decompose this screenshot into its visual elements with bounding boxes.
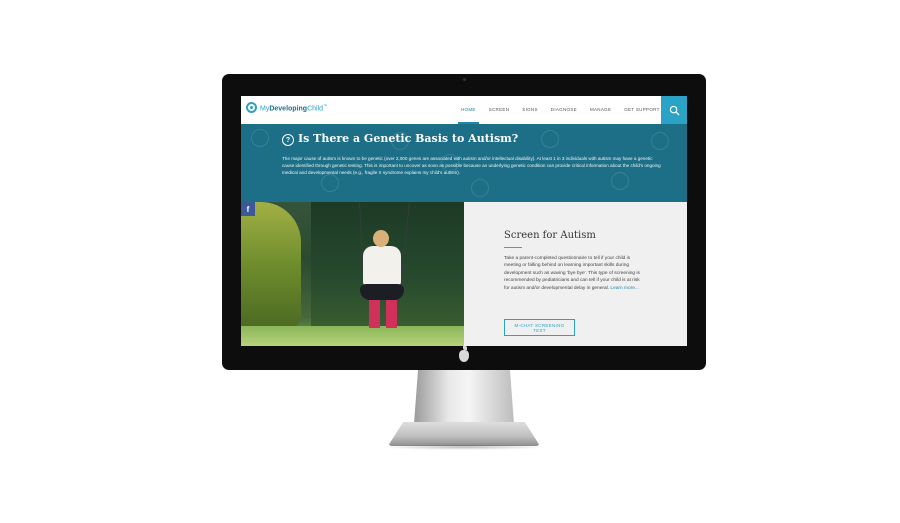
website-screen: MyDevelopingChild™ HOME SCREEN SIGNS DIA… [241,96,687,346]
logo-circle-icon [246,102,257,113]
banner-title: Is There a Genetic Basis to Autism? [298,132,519,145]
camera-dot [463,78,466,81]
child-on-swing-photo [241,202,464,346]
nav-item-screen[interactable]: SCREEN [489,96,510,124]
photo-tree-left [241,202,301,327]
nav-item-manage[interactable]: MANAGE [590,96,611,124]
nav-item-home[interactable]: HOME [458,96,479,124]
nav-item-get-support[interactable]: GET SUPPORT [624,96,659,124]
monitor-stand-base [388,422,540,446]
info-banner: ? Is There a Genetic Basis to Autism? Th… [241,124,687,202]
logo-text: MyDevelopingChild™ [260,102,328,113]
monitor-stand [414,370,514,424]
child-legs [369,300,397,328]
facebook-share-button[interactable]: f [241,202,255,216]
panel-divider [504,247,522,248]
nav-menu: HOME SCREEN SIGNS DIAGNOSE MANAGE GET SU… [458,96,673,124]
photo-grass [241,326,464,346]
question-bubble-icon: ? [282,134,294,146]
search-icon [669,105,680,116]
child-figure [363,246,401,286]
child-head [373,230,389,247]
facebook-icon: f [246,204,250,214]
search-button[interactable] [661,96,687,124]
monitor-shadow [380,444,548,450]
apple-logo-icon [459,346,469,362]
panel-title: Screen for Autism [504,230,596,241]
banner-body: The major cause of autism is known to be… [282,156,661,176]
nav-item-diagnose[interactable]: DIAGNOSE [551,96,577,124]
panel-body: Take a parent-completed questionnaire to… [504,255,644,292]
screen-panel: Screen for Autism Take a parent-complete… [464,202,687,346]
top-nav: MyDevelopingChild™ HOME SCREEN SIGNS DIA… [241,96,687,124]
mchat-screening-test-button[interactable]: M-CHAT SCREENING TEST [504,319,575,336]
site-logo[interactable]: MyDevelopingChild™ [246,102,327,113]
nav-item-signs[interactable]: SIGNS [522,96,538,124]
learn-more-link[interactable]: Learn more... [610,286,639,291]
child-skirt [360,284,404,300]
